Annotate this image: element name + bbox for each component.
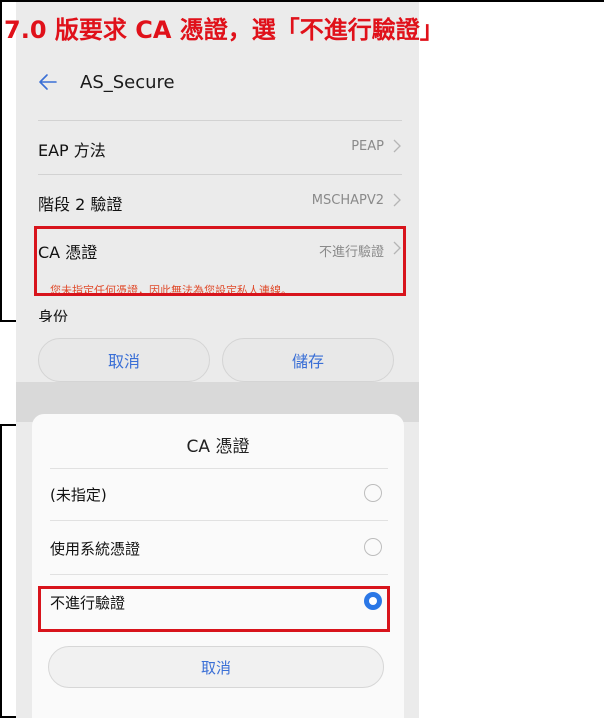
option-use-system-certificate[interactable]: 使用系統憑證 [50,522,388,574]
frame-left-bracket-top [0,0,16,322]
divider [50,520,388,521]
phone-screenshot: AS_Secure EAP 方法 PEAP 階段 2 驗證 MSCHAPV2 C… [16,2,419,718]
highlight-box-ca-row [34,226,406,296]
divider [38,120,402,121]
phase2-auth-row[interactable]: 階段 2 驗證 MSCHAPV2 [38,176,402,228]
app-bar: AS_Secure [16,64,419,104]
wifi-settings-screen: AS_Secure EAP 方法 PEAP 階段 2 驗證 MSCHAPV2 C… [16,2,419,718]
ca-certificate-sheet: CA 憑證 (未指定) 使用系統憑證 不進行驗證 取消 [32,414,404,718]
frame-left-bracket-bottom [0,424,16,718]
option-unspecified[interactable]: (未指定) [50,468,388,520]
divider [38,174,402,175]
radio-button-icon[interactable] [364,484,382,502]
radio-button-icon[interactable] [364,538,382,556]
highlight-box-selected-option [38,586,390,632]
sheet-title: CA 憑證 [186,437,250,457]
chevron-right-icon [393,193,401,207]
eap-method-value: PEAP [351,139,384,154]
network-name-title: AS_Secure [80,72,175,93]
chevron-right-icon [393,139,401,153]
cancel-button[interactable]: 取消 [38,338,210,382]
instruction-annotation: 7.0 版要求 CA 憑證，選「不進行驗證」 [4,16,444,44]
identity-label: 身份 [38,308,69,322]
phase2-auth-value: MSCHAPV2 [311,193,384,208]
phase2-auth-label: 階段 2 驗證 [38,195,123,214]
back-arrow-icon[interactable] [36,70,60,94]
sheet-cancel-button[interactable]: 取消 [48,646,384,688]
eap-method-label: EAP 方法 [38,141,106,160]
option-label: (未指定) [50,486,107,504]
eap-method-row[interactable]: EAP 方法 PEAP [38,122,402,174]
option-label: 使用系統憑證 [50,540,141,558]
divider [50,574,388,575]
save-button[interactable]: 儲存 [222,338,394,382]
